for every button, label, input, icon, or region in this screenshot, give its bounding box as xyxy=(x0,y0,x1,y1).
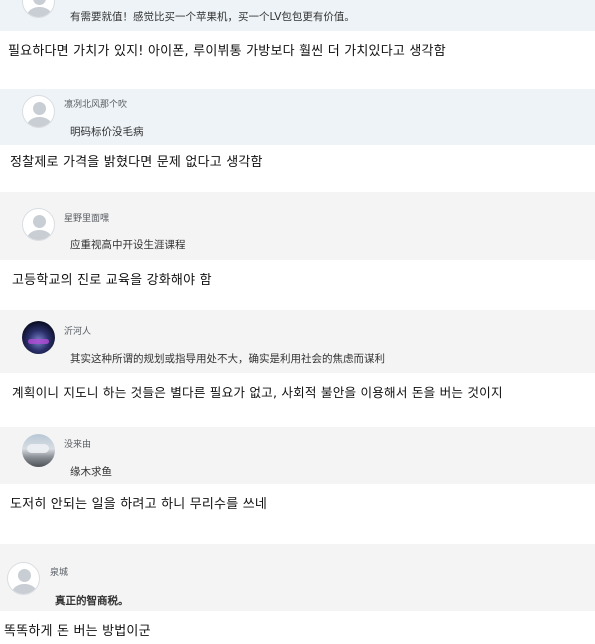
comment-6-original-text: 真正的智商税。 xyxy=(55,595,129,607)
comment-4-original-text: 其实这种所谓的规划或指导用处不大，确实是利用社会的焦虑而谋利 xyxy=(70,353,385,365)
night-sky-avatar[interactable] xyxy=(22,321,55,354)
comment-4-username[interactable]: 沂河人 xyxy=(64,324,91,337)
cloud-sky-avatar[interactable] xyxy=(22,434,55,467)
comment-1-translation: 필요하다면 가치가 있지! 아이폰, 루이뷔통 가방보다 훨씬 더 가치있다고 … xyxy=(8,44,446,59)
comment-6-username[interactable]: 泉城 xyxy=(50,565,68,578)
default-avatar-icon[interactable] xyxy=(22,0,55,18)
comment-1-original-text: 有需要就值！感觉比买一个苹果机，买一个LV包包更有价值。 xyxy=(70,11,355,23)
comment-2-original-text: 明码标价没毛病 xyxy=(70,126,144,138)
comment-4-translation: 계획이니 지도니 하는 것들은 별다른 필요가 없고, 사회적 불안을 이용해서… xyxy=(12,385,503,400)
default-avatar-icon[interactable] xyxy=(7,562,40,595)
comment-3-username[interactable]: 星野里面嘿 xyxy=(64,211,109,224)
default-avatar-icon[interactable] xyxy=(22,95,55,128)
comment-5-original-text: 缘木求鱼 xyxy=(70,466,112,478)
comment-3-original-text: 应重视高中开设生涯课程 xyxy=(70,239,186,251)
default-avatar-icon[interactable] xyxy=(22,208,55,241)
comment-6-translation: 똑똑하게 돈 버는 방법이군 xyxy=(4,624,151,639)
comment-5-username[interactable]: 没来由 xyxy=(64,437,91,450)
comment-2-username[interactable]: 凛冽北风那个吹 xyxy=(64,97,127,110)
comment-2-translation: 정찰제로 가격을 밝혔다면 문제 없다고 생각함 xyxy=(10,155,263,170)
comment-5-translation: 도저히 안되는 일을 하려고 하니 무리수를 쓰네 xyxy=(10,497,268,512)
comment-3-translation: 고등학교의 진로 교육을 강화해야 함 xyxy=(12,273,212,288)
